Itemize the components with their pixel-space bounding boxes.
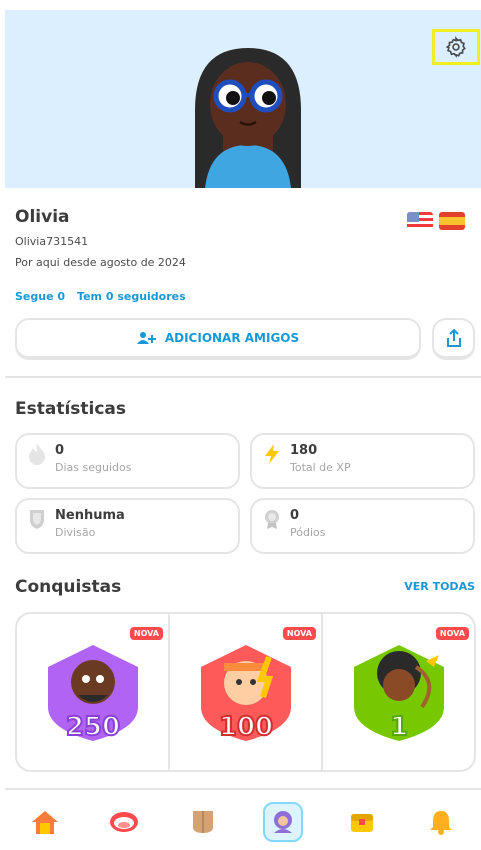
nav-notifications[interactable]	[421, 802, 461, 842]
stat-division: Nenhuma Divisão	[15, 498, 240, 554]
stat-podiums: 0 Pódios	[250, 498, 475, 554]
stats-grid: 0 Dias seguidos 180 Total de XP Nenhuma …	[15, 433, 476, 554]
achievement-icon: 250	[47, 645, 138, 743]
nav-letters[interactable]	[183, 802, 223, 842]
stat-label: Divisão	[55, 526, 96, 539]
view-all-link[interactable]: VER TODAS	[404, 580, 475, 593]
new-badge: NOVA	[435, 627, 469, 640]
achievements-card: NOVA 250 NOVA 100 NOVA 1	[15, 612, 476, 772]
followers-link[interactable]: Tem 0 seguidores	[77, 290, 186, 303]
profile-icon	[273, 811, 292, 833]
add-user-icon	[136, 332, 156, 344]
course-flags[interactable]	[407, 212, 465, 230]
nav-speak[interactable]	[104, 802, 144, 842]
share-icon	[446, 328, 461, 347]
nav-home[interactable]	[25, 802, 65, 842]
speak-icon	[109, 812, 138, 832]
home-icon	[31, 811, 58, 834]
stat-value: Nenhuma	[55, 508, 125, 523]
shield-icon	[30, 510, 44, 529]
achievement-count: 1	[389, 712, 407, 742]
us-flag-icon	[407, 212, 433, 230]
bottom-nav	[5, 800, 481, 844]
profile-name: Olivia	[15, 207, 70, 227]
member-since: Por aqui desde agosto de 2024	[15, 256, 186, 269]
chest-icon	[350, 814, 373, 832]
stat-streak: 0 Dias seguidos	[15, 433, 240, 489]
achievement-icon: 100	[200, 645, 291, 743]
achievements-title: Conquistas	[15, 577, 122, 597]
add-friends-label: ADICIONAR AMIGOS	[164, 331, 300, 345]
spain-flag-icon	[439, 212, 465, 230]
achievement-count: 100	[218, 712, 272, 742]
letters-icon	[193, 811, 214, 833]
new-badge: NOVA	[282, 627, 316, 640]
bell-icon	[430, 811, 453, 835]
add-friends-button[interactable]: ADICIONAR AMIGOS	[15, 318, 421, 360]
profile-username: Olivia731541	[15, 235, 89, 248]
profile-header	[5, 10, 481, 188]
stat-xp: 180 Total de XP	[250, 433, 475, 489]
achievement-item[interactable]: NOVA 1	[323, 614, 474, 770]
stat-label: Total de XP	[290, 461, 351, 474]
gear-icon	[445, 36, 466, 58]
stat-value: 0	[55, 443, 65, 458]
follow-stats: Segue 0 Tem 0 seguidores	[15, 290, 186, 303]
new-badge: NOVA	[129, 627, 163, 640]
achievement-icon: 1	[353, 645, 444, 743]
stat-value: 0	[290, 508, 300, 523]
stats-title: Estatísticas	[15, 399, 127, 419]
share-button[interactable]	[432, 318, 475, 360]
following-link[interactable]: Segue 0	[15, 290, 65, 303]
stat-label: Dias seguidos	[55, 461, 132, 474]
nav-divider	[5, 788, 481, 790]
nav-chest[interactable]	[342, 802, 382, 842]
stat-label: Pódios	[290, 526, 326, 539]
medal-icon	[265, 510, 279, 529]
achievement-item[interactable]: NOVA 100	[170, 614, 323, 770]
avatar	[195, 48, 301, 188]
flame-icon	[29, 444, 45, 465]
achievement-item[interactable]: NOVA 250	[17, 614, 170, 770]
lightning-icon	[265, 444, 279, 464]
achievement-count: 250	[65, 712, 119, 742]
section-divider	[5, 376, 481, 378]
stat-value: 180	[290, 443, 318, 458]
profile-info: Olivia Olivia731541 Por aqui desde agost…	[15, 207, 475, 303]
settings-button[interactable]	[432, 29, 480, 65]
nav-profile[interactable]	[262, 802, 303, 842]
